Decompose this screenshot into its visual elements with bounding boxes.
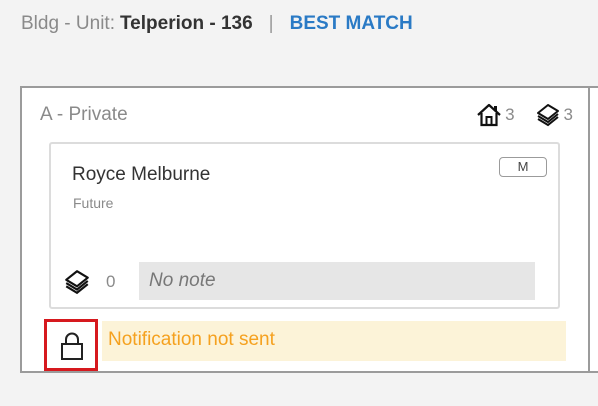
tenant-card[interactable]: Royce Melburne Future M 0 No note (49, 142, 560, 309)
bldg-unit-value: Telperion - 136 (119, 13, 253, 34)
room-card: A - Private 3 3 Royce Melburne Future M … (20, 86, 588, 373)
gender-badge[interactable]: M (499, 157, 547, 177)
tenant-status: Future (73, 195, 114, 211)
house-count: 3 (505, 105, 515, 124)
notification-status: Notification not sent (102, 321, 566, 361)
note-count: 0 (106, 272, 116, 291)
notes-count: 3 (563, 105, 573, 124)
notes-stack-icon (536, 104, 559, 127)
note-input[interactable]: No note (139, 262, 535, 300)
unit-header: Bldg - Unit: Telperion - 136 | BEST MATC… (21, 12, 413, 36)
lock-button[interactable] (44, 319, 98, 371)
tenant-name: Royce Melburne (72, 164, 211, 185)
bldg-unit-label: Bldg - Unit: (21, 13, 115, 34)
next-room-card-edge (588, 86, 598, 373)
lock-icon (61, 332, 83, 360)
room-title: A - Private (40, 104, 128, 125)
notes-stack-icon[interactable] (63, 268, 91, 296)
room-stats: 3 3 (476, 102, 573, 128)
header-separator: | (268, 13, 274, 34)
house-icon (477, 103, 501, 127)
best-match-link[interactable]: BEST MATCH (290, 13, 413, 35)
